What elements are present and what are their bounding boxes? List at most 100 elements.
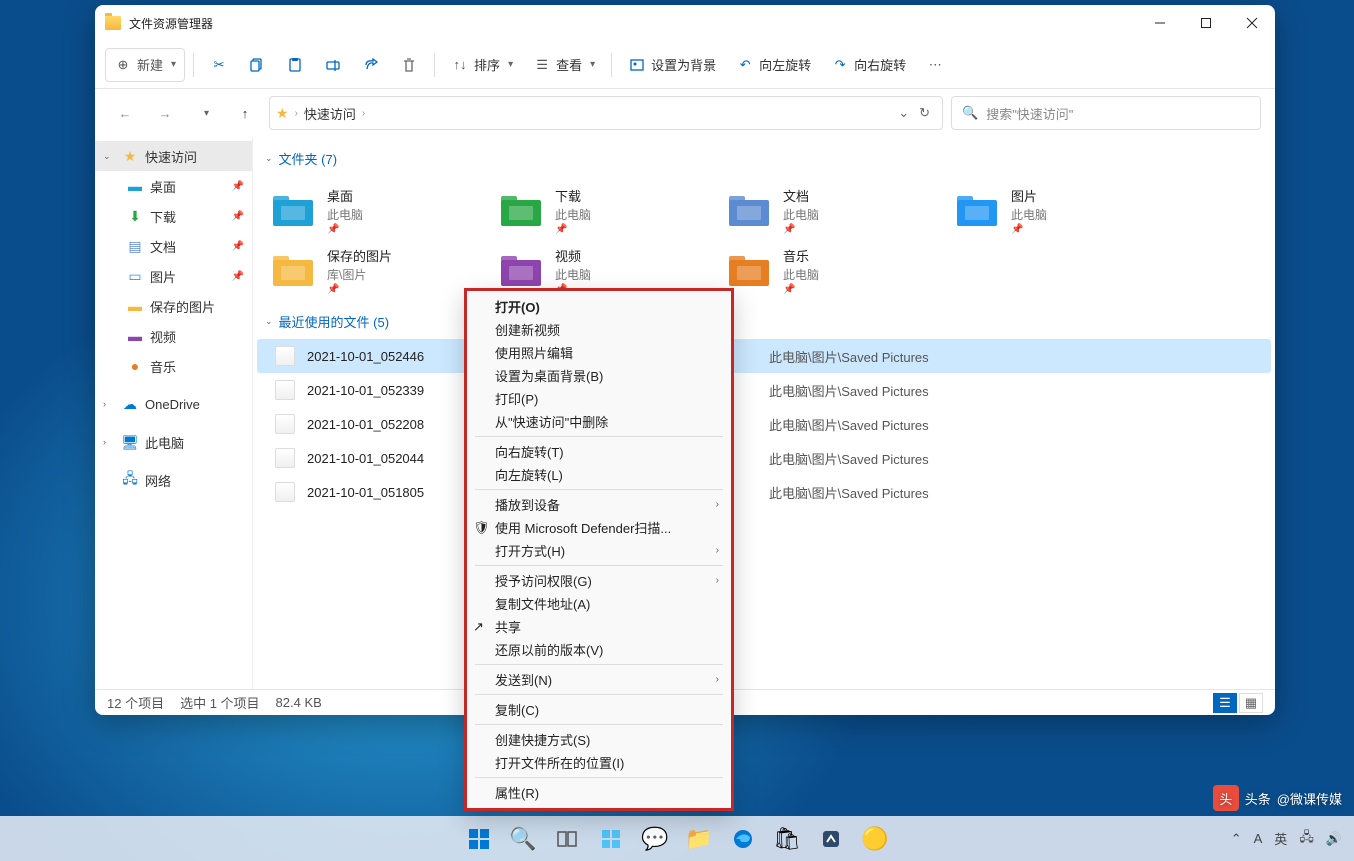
- sidebar-quick-access[interactable]: ⌄★快速访问: [95, 141, 252, 171]
- pin-icon: 📌: [783, 224, 819, 235]
- close-button[interactable]: [1229, 5, 1275, 41]
- rotate-right-button[interactable]: ↷向右旋转: [823, 48, 914, 82]
- cm-copy-path[interactable]: 复制文件地址(A): [467, 592, 731, 615]
- search-icon: 🔍: [962, 105, 978, 121]
- cm-restore[interactable]: 还原以前的版本(V): [467, 638, 731, 661]
- file-row[interactable]: 2021-10-01_052339此电脑\图片\Saved Pictures: [257, 373, 1271, 407]
- paste-button[interactable]: [278, 48, 312, 82]
- cm-open[interactable]: 打开(O): [467, 295, 731, 318]
- file-row[interactable]: 2021-10-01_052044此电脑\图片\Saved Pictures: [257, 441, 1271, 475]
- folder-item[interactable]: 桌面此电脑📌: [261, 180, 489, 240]
- sidebar-documents[interactable]: ▤文档📌: [95, 231, 252, 261]
- cm-shortcut[interactable]: 创建快捷方式(S): [467, 728, 731, 751]
- chevron-down-icon[interactable]: ⌄: [898, 105, 909, 121]
- sidebar-desktop[interactable]: ▬桌面📌: [95, 171, 252, 201]
- cm-grant-access[interactable]: 授予访问权限(G)›: [467, 569, 731, 592]
- sidebar-onedrive[interactable]: ›☁OneDrive: [95, 389, 252, 419]
- cm-rotate-right[interactable]: 向右旋转(T): [467, 440, 731, 463]
- back-button[interactable]: ←: [109, 97, 141, 129]
- share-icon: ↗: [473, 619, 489, 635]
- rename-button[interactable]: [316, 48, 350, 82]
- sort-button[interactable]: ↑↓排序▾: [443, 48, 521, 82]
- sidebar-music[interactable]: ●音乐: [95, 351, 252, 381]
- delete-button[interactable]: [392, 48, 426, 82]
- up-button[interactable]: ↑: [229, 97, 261, 129]
- cm-send-to[interactable]: 发送到(N)›: [467, 668, 731, 691]
- file-row[interactable]: 2021-10-01_052446此电脑\图片\Saved Pictures: [257, 339, 1271, 373]
- sidebar-downloads[interactable]: ⬇下载📌: [95, 201, 252, 231]
- new-button[interactable]: ⊕ 新建 ▾: [105, 48, 185, 82]
- app2-button[interactable]: 🟡: [855, 819, 895, 859]
- edge-button[interactable]: [723, 819, 763, 859]
- folder-item[interactable]: 图片此电脑📌: [945, 180, 1173, 240]
- sidebar-network[interactable]: 🖧网络: [95, 465, 252, 495]
- store-button[interactable]: 🛍: [767, 819, 807, 859]
- sidebar-pictures[interactable]: ▭图片📌: [95, 261, 252, 291]
- cm-open-location[interactable]: 打开文件所在的位置(I): [467, 751, 731, 774]
- cm-rotate-left[interactable]: 向左旋转(L): [467, 463, 731, 486]
- sort-icon: ↑↓: [451, 56, 469, 74]
- trash-icon: [400, 56, 418, 74]
- forward-button[interactable]: →: [149, 97, 181, 129]
- cm-cast[interactable]: 播放到设备›: [467, 493, 731, 516]
- task-view-button[interactable]: [547, 819, 587, 859]
- search-input[interactable]: 🔍 搜索"快速访问": [951, 96, 1261, 130]
- group-recent[interactable]: ⌄最近使用的文件 (5): [257, 308, 1271, 335]
- cm-print[interactable]: 打印(P): [467, 387, 731, 410]
- cm-edit-photos[interactable]: 使用照片编辑: [467, 341, 731, 364]
- set-background-button[interactable]: 设置为背景: [620, 48, 724, 82]
- minimize-button[interactable]: [1137, 5, 1183, 41]
- cm-open-with[interactable]: 打开方式(H)›: [467, 539, 731, 562]
- pin-icon: 📌: [232, 211, 244, 222]
- cm-share[interactable]: ↗共享: [467, 615, 731, 638]
- chevron-up-icon[interactable]: ⌃: [1231, 831, 1242, 847]
- folder-item[interactable]: 下载此电脑📌: [489, 180, 717, 240]
- breadcrumb-item[interactable]: 快速访问: [304, 104, 356, 123]
- cm-set-desktop-bg[interactable]: 设置为桌面背景(B): [467, 364, 731, 387]
- folder-item[interactable]: 保存的图片库\图片📌: [261, 240, 489, 300]
- recent-button[interactable]: ▾: [189, 97, 221, 129]
- cut-button[interactable]: ✂: [202, 48, 236, 82]
- explorer-button[interactable]: 📁: [679, 819, 719, 859]
- cm-copy[interactable]: 复制(C): [467, 698, 731, 721]
- view-button[interactable]: ☰查看▾: [525, 48, 603, 82]
- widgets-button[interactable]: [591, 819, 631, 859]
- volume-icon[interactable]: 🔊: [1326, 831, 1342, 847]
- cm-properties[interactable]: 属性(R): [467, 781, 731, 804]
- sidebar-videos[interactable]: ▬视频: [95, 321, 252, 351]
- share-button[interactable]: [354, 48, 388, 82]
- cm-defender[interactable]: 🛡使用 Microsoft Defender扫描...: [467, 516, 731, 539]
- refresh-icon[interactable]: ↻: [919, 105, 930, 121]
- search-button[interactable]: 🔍: [503, 819, 543, 859]
- sidebar-this-pc[interactable]: ›🖥此电脑: [95, 427, 252, 457]
- folder-item[interactable]: 文档此电脑📌: [717, 180, 945, 240]
- maximize-button[interactable]: [1183, 5, 1229, 41]
- file-icon: [275, 346, 295, 366]
- tiles-view-button[interactable]: ▦: [1239, 693, 1263, 713]
- titlebar[interactable]: 文件资源管理器: [95, 5, 1275, 41]
- folder-icon: [269, 250, 317, 290]
- cm-create-video[interactable]: 创建新视频: [467, 318, 731, 341]
- file-row[interactable]: 2021-10-01_051805此电脑\图片\Saved Pictures: [257, 475, 1271, 509]
- rotate-left-button[interactable]: ↶向左旋转: [728, 48, 819, 82]
- copy-button[interactable]: [240, 48, 274, 82]
- system-tray[interactable]: ⌃ A 英 🖧 🔊: [1231, 828, 1342, 850]
- image-icon: [628, 56, 646, 74]
- file-icon: [275, 414, 295, 434]
- address-bar[interactable]: ★ › 快速访问 › ⌄ ↻: [269, 96, 943, 130]
- details-view-button[interactable]: ☰: [1213, 693, 1237, 713]
- pin-icon: 📌: [232, 181, 244, 192]
- cm-remove-quick[interactable]: 从"快速访问"中删除: [467, 410, 731, 433]
- more-button[interactable]: ⋯: [918, 48, 952, 82]
- sidebar-saved-pictures[interactable]: ▬保存的图片: [95, 291, 252, 321]
- sidebar: ⌄★快速访问 ▬桌面📌 ⬇下载📌 ▤文档📌 ▭图片📌 ▬保存的图片 ▬视频 ●音…: [95, 137, 253, 689]
- pin-icon: 📌: [1011, 224, 1047, 235]
- network-icon[interactable]: 🖧: [1299, 828, 1314, 850]
- group-folders[interactable]: ⌄文件夹 (7): [257, 145, 1271, 172]
- start-button[interactable]: [459, 819, 499, 859]
- folder-item[interactable]: 音乐此电脑📌: [717, 240, 945, 300]
- file-row[interactable]: 2021-10-01_052208此电脑\图片\Saved Pictures: [257, 407, 1271, 441]
- app-button[interactable]: [811, 819, 851, 859]
- context-menu: 打开(O) 创建新视频 使用照片编辑 设置为桌面背景(B) 打印(P) 从"快速…: [464, 288, 734, 811]
- chat-button[interactable]: 💬: [635, 819, 675, 859]
